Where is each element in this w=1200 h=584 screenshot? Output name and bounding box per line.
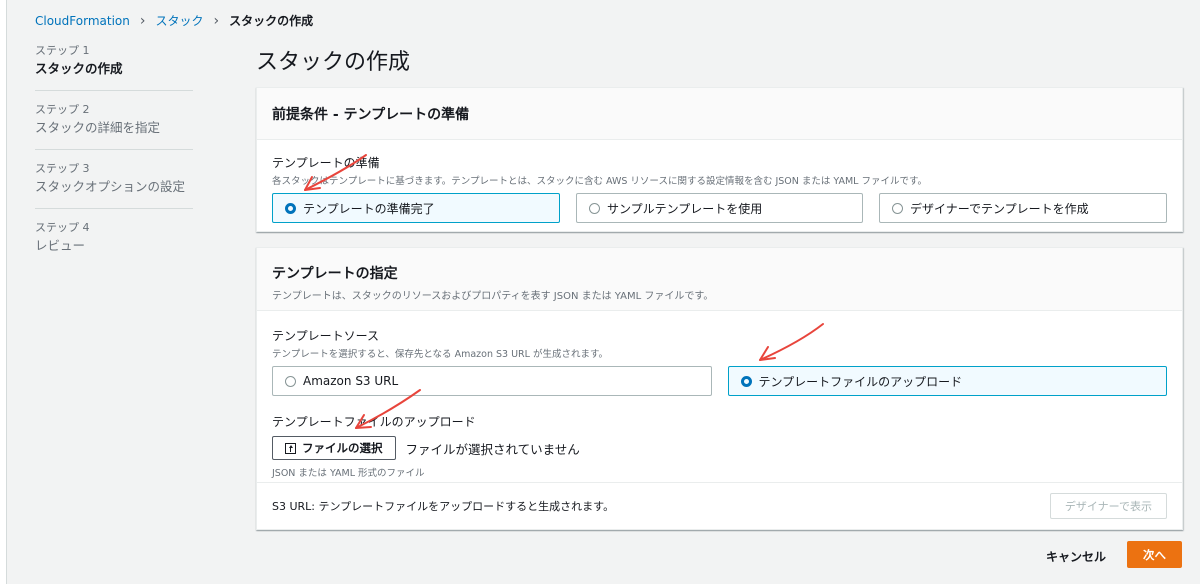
radio-icon [892,202,903,214]
option-label: サンプルテンプレートを使用 [607,201,763,216]
radio-selected-icon [740,375,752,387]
s3-url-text: S3 URL: テンプレートファイルをアップロードすると生成されます。 [272,500,615,513]
option-designer-template[interactable]: デザイナーでテンプレートを作成 [879,193,1167,223]
choose-file-button[interactable]: ファイルの選択 [272,436,396,460]
template-source-options: Amazon S3 URL テンプレートファイルのアップロード [272,366,1167,396]
file-upload-row: ファイルの選択 ファイルが選択されていません [272,436,1167,460]
step-name: スタックオプションの設定 [35,179,186,194]
panel-title: テンプレートの指定 [272,266,398,282]
upload-icon [285,442,296,454]
page-title: スタックの作成 [256,50,411,75]
option-upload-template-file[interactable]: テンプレートファイルのアップロード [727,366,1167,396]
breadcrumb-stacks[interactable]: スタック [155,12,203,29]
specify-template-panel: テンプレートの指定 テンプレートは、スタックのリソースおよびプロパティを表す J… [256,247,1183,530]
chevron-right-icon: › [139,12,146,29]
option-label: Amazon S3 URL [303,374,399,388]
field-label: テンプレートソース [272,329,380,343]
breadcrumb-cloudformation[interactable]: CloudFormation [35,14,130,28]
step-number: ステップ 1 [35,44,90,57]
radio-icon [285,375,296,387]
field-label: テンプレートの準備 [272,156,380,170]
step-name: スタックの詳細を指定 [35,120,161,135]
view-in-designer-button: デザイナーで表示 [1049,493,1167,519]
wizard-steps: ステップ 1 スタックの作成 ステップ 2 スタックの詳細を指定 ステップ 3 … [35,44,193,279]
radio-icon [589,202,600,214]
step-4: ステップ 4 レビュー [35,221,193,267]
panel-header: テンプレートの指定 テンプレートは、スタックのリソースおよびプロパティを表す J… [257,248,1182,311]
option-template-ready[interactable]: テンプレートの準備完了 [272,193,560,223]
step-2: ステップ 2 スタックの詳細を指定 [35,103,193,150]
field-description: 各スタックはテンプレートに基づきます。テンプレートとは、スタックに含む AWS … [272,176,928,187]
file-hint: JSON または YAML 形式のファイル [272,468,425,479]
option-label: テンプレートファイルのアップロード [758,374,963,389]
cancel-button[interactable]: キャンセル [1046,548,1106,565]
panel-description: テンプレートは、スタックのリソースおよびプロパティを表す JSON または YA… [272,291,714,302]
step-number: ステップ 2 [35,103,90,116]
left-nav-strip [0,0,7,584]
option-amazon-s3-url[interactable]: Amazon S3 URL [272,366,712,396]
step-3: ステップ 3 スタックオプションの設定 [35,162,193,209]
panel-header: 前提条件 - テンプレートの準備 [257,88,1182,140]
breadcrumb-current: スタックの作成 [229,14,314,28]
panel-title: 前提条件 - テンプレートの準備 [272,106,470,123]
step-number: ステップ 3 [35,162,90,175]
panel-footer: S3 URL: テンプレートファイルをアップロードすると生成されます。 デザイナ… [257,482,1182,529]
step-1: ステップ 1 スタックの作成 [35,44,193,91]
step-name: スタックの作成 [35,61,123,76]
no-file-selected-text: ファイルが選択されていません [405,441,580,457]
radio-selected-icon [285,202,296,214]
step-name: レビュー [35,238,86,253]
step-number: ステップ 4 [35,221,90,234]
next-button[interactable]: 次へ [1127,541,1182,568]
prerequisite-panel: 前提条件 - テンプレートの準備 テンプレートの準備 各スタックはテンプレートに… [256,87,1183,232]
breadcrumb: CloudFormation › スタック › スタックの作成 [35,12,313,29]
chevron-right-icon: › [213,12,220,29]
field-description: テンプレートを選択すると、保存先となる Amazon S3 URL が生成されま… [272,349,608,360]
choose-file-label: ファイルの選択 [302,441,383,455]
option-label: テンプレートの準備完了 [303,201,435,216]
option-sample-template[interactable]: サンプルテンプレートを使用 [576,193,863,223]
option-label: デザイナーでテンプレートを作成 [910,201,1089,216]
field-label: テンプレートファイルのアップロード [272,415,476,429]
prepare-template-options: テンプレートの準備完了 サンプルテンプレートを使用 デザイナーでテンプレートを作… [272,193,1167,223]
